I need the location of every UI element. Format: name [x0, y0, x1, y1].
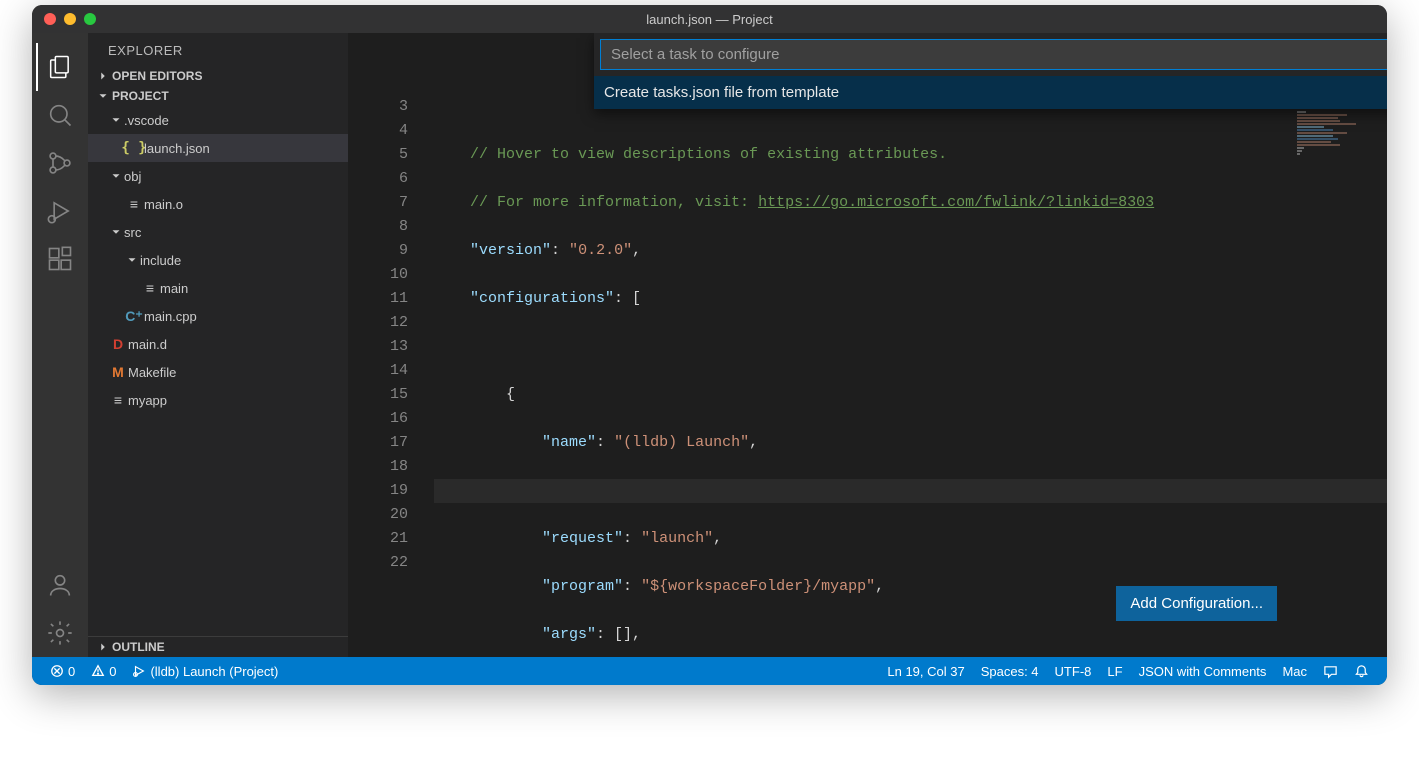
status-bell-icon[interactable] — [1346, 664, 1377, 679]
generic-file-icon: ≡ — [140, 280, 160, 296]
folder-label: .vscode — [124, 113, 169, 128]
debug-view-icon[interactable] — [36, 187, 84, 235]
file-main-d[interactable]: D main.d — [88, 330, 348, 358]
status-eol[interactable]: LF — [1099, 664, 1130, 679]
folder-obj[interactable]: obj — [88, 162, 348, 190]
status-errors[interactable]: 0 — [42, 664, 83, 679]
outline-section[interactable]: OUTLINE — [88, 636, 348, 657]
file-main-o[interactable]: ≡ main.o — [88, 190, 348, 218]
code-editor[interactable]: 3 4 5 6 7 8 9 10 11 12 13 14 15 16 17 18 — [348, 33, 1387, 657]
chevron-down-icon — [96, 89, 112, 103]
file-tree: .vscode { } launch.json obj ≡ main.o src — [88, 106, 348, 636]
status-encoding[interactable]: UTF-8 — [1047, 664, 1100, 679]
file-launch-json[interactable]: { } launch.json — [88, 134, 348, 162]
folder-label: src — [124, 225, 141, 240]
app-window: launch.json — Project — [32, 5, 1387, 685]
json-file-icon: { } — [124, 140, 144, 156]
add-configuration-button[interactable]: Add Configuration... — [1116, 586, 1277, 621]
status-launch-config[interactable]: (lldb) Launch (Project) — [124, 664, 286, 679]
chevron-down-icon — [124, 253, 140, 267]
file-label: myapp — [128, 393, 167, 408]
task-picker-input[interactable]: Select a task to configure — [600, 39, 1387, 70]
chevron-right-icon — [96, 640, 112, 654]
maximize-window-button[interactable] — [84, 13, 96, 25]
activity-bar — [32, 33, 88, 657]
error-icon — [50, 664, 64, 678]
open-editors-section[interactable]: OPEN EDITORS — [88, 66, 348, 86]
explorer-title: EXPLORER — [88, 33, 348, 66]
folder-include[interactable]: include — [88, 246, 348, 274]
file-label: main.o — [144, 197, 183, 212]
status-platform[interactable]: Mac — [1274, 664, 1315, 679]
folder-label: obj — [124, 169, 141, 184]
file-main-h[interactable]: ≡ main — [88, 274, 348, 302]
status-language[interactable]: JSON with Comments — [1131, 664, 1275, 679]
file-label: main.cpp — [144, 309, 197, 324]
titlebar: launch.json — Project — [32, 5, 1387, 33]
status-line-col[interactable]: Ln 19, Col 37 — [879, 664, 972, 679]
status-bar: 0 0 (lldb) Launch (Project) Ln 19, Col 3… — [32, 657, 1387, 685]
project-label: PROJECT — [112, 89, 169, 103]
d-file-icon: D — [108, 336, 128, 352]
file-makefile[interactable]: M Makefile — [88, 358, 348, 386]
extensions-view-icon[interactable] — [36, 235, 84, 283]
folder-label: include — [140, 253, 181, 268]
file-label: launch.json — [144, 141, 210, 156]
file-label: Makefile — [128, 365, 176, 380]
outline-label: OUTLINE — [112, 640, 165, 654]
status-spaces[interactable]: Spaces: 4 — [973, 664, 1047, 679]
generic-file-icon: ≡ — [124, 196, 144, 212]
task-picker-dropdown: Select a task to configure Create tasks.… — [594, 33, 1387, 109]
chevron-down-icon — [108, 225, 124, 239]
chevron-down-icon — [108, 169, 124, 183]
explorer-view-icon[interactable] — [36, 43, 84, 91]
window-controls — [32, 13, 96, 25]
explorer-sidebar: EXPLORER OPEN EDITORS PROJECT .vscode { … — [88, 33, 348, 657]
settings-gear-icon[interactable] — [36, 609, 84, 657]
task-picker-option-create-template[interactable]: Create tasks.json file from template — [594, 76, 1387, 109]
code-content[interactable]: // Hover to view descriptions of existin… — [434, 95, 1387, 657]
warning-icon — [91, 664, 105, 678]
file-label: main.d — [128, 337, 167, 352]
search-view-icon[interactable] — [36, 91, 84, 139]
generic-file-icon: ≡ — [108, 392, 128, 408]
folder-src[interactable]: src — [88, 218, 348, 246]
file-myapp[interactable]: ≡ myapp — [88, 386, 348, 414]
minimap[interactable] — [1297, 95, 1387, 255]
window-title: launch.json — Project — [646, 12, 772, 27]
status-warnings[interactable]: 0 — [83, 664, 124, 679]
accounts-icon[interactable] — [36, 561, 84, 609]
cpp-file-icon: C⁺ — [124, 308, 144, 325]
chevron-down-icon — [108, 113, 124, 127]
chevron-right-icon — [96, 69, 112, 83]
minimize-window-button[interactable] — [64, 13, 76, 25]
makefile-icon: M — [108, 364, 128, 380]
source-control-view-icon[interactable] — [36, 139, 84, 187]
editor-area: Select a task to configure Create tasks.… — [348, 33, 1387, 657]
file-main-cpp[interactable]: C⁺ main.cpp — [88, 302, 348, 330]
file-label: main — [160, 281, 188, 296]
project-section[interactable]: PROJECT — [88, 86, 348, 106]
folder-vscode[interactable]: .vscode — [88, 106, 348, 134]
debug-icon — [132, 664, 146, 678]
open-editors-label: OPEN EDITORS — [112, 69, 202, 83]
line-gutter: 3 4 5 6 7 8 9 10 11 12 13 14 15 16 17 18 — [348, 95, 434, 657]
status-feedback-icon[interactable] — [1315, 664, 1346, 679]
close-window-button[interactable] — [44, 13, 56, 25]
